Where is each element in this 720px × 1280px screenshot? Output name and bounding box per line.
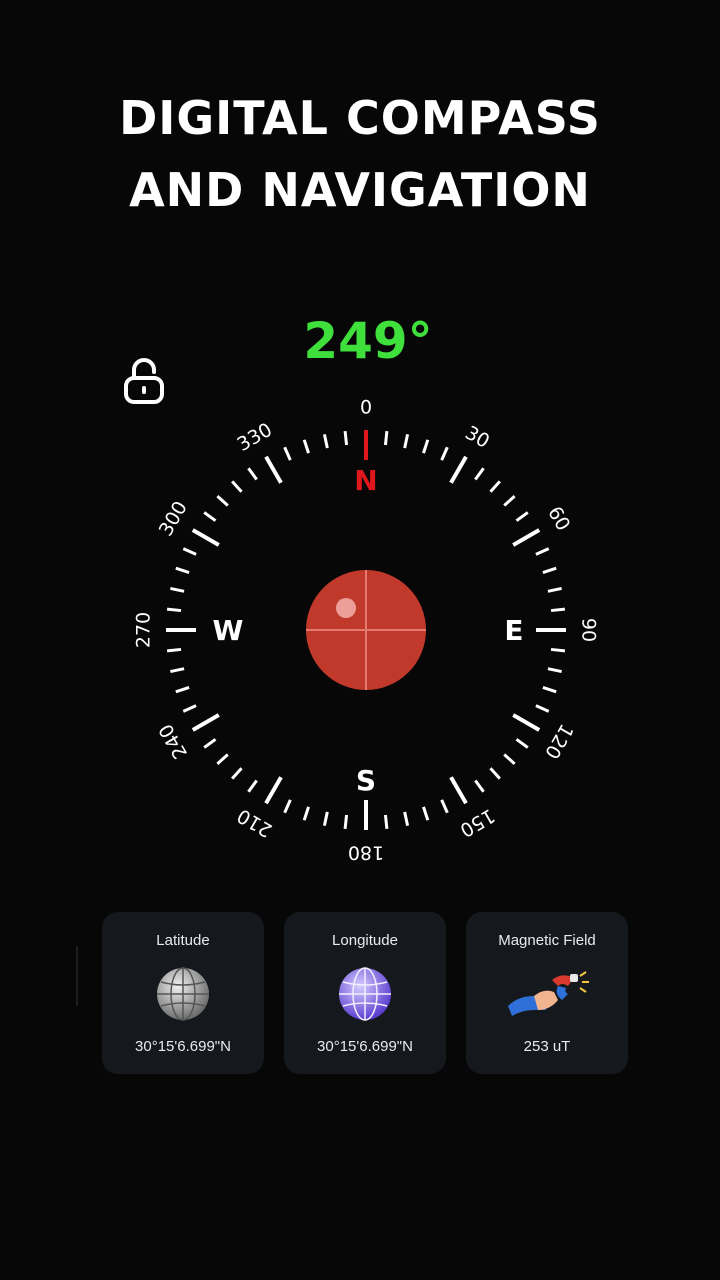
cardinal-north: N (354, 464, 377, 497)
cardinal-east: E (504, 614, 523, 647)
minor-tick (440, 799, 449, 814)
major-tick (191, 713, 220, 732)
degree-label: 90 (578, 618, 600, 642)
minor-tick (542, 686, 557, 694)
minor-tick (166, 607, 182, 613)
minor-tick (170, 586, 185, 593)
level-bubble (306, 570, 426, 690)
latitude-value: 30°15'6.699"N (135, 1038, 231, 1055)
major-tick (449, 455, 468, 484)
minor-tick (474, 779, 485, 793)
minor-tick (231, 480, 243, 493)
minor-tick (247, 467, 258, 481)
magnetic-field-title: Magnetic Field (498, 932, 596, 949)
longitude-value: 30°15'6.699"N (317, 1038, 413, 1055)
minor-tick (216, 753, 229, 765)
magnetic-field-value: 253 uT (523, 1038, 571, 1055)
minor-tick (216, 495, 229, 507)
minor-tick (283, 446, 292, 461)
minor-tick (503, 753, 516, 765)
minor-tick (322, 434, 329, 449)
minor-tick (170, 667, 185, 674)
headline-line-1: DIGITAL COMPASS (119, 91, 601, 145)
minor-tick (383, 814, 389, 830)
minor-tick (515, 738, 529, 749)
minor-tick (322, 811, 329, 826)
longitude-title: Longitude (332, 932, 398, 949)
minor-tick (166, 647, 182, 653)
minor-tick (383, 430, 389, 446)
minor-tick (547, 586, 562, 593)
minor-tick (343, 430, 349, 446)
minor-tick (535, 547, 550, 556)
minor-tick (343, 814, 349, 830)
minor-tick (535, 704, 550, 713)
minor-tick (422, 439, 430, 454)
magnet-hand-icon (504, 966, 594, 1022)
degree-label: 330 (234, 419, 276, 456)
headline-line-2: AND NAVIGATION (129, 163, 591, 217)
minor-tick (422, 806, 430, 821)
degree-label: 120 (540, 720, 577, 762)
latitude-title: Latitude (156, 932, 210, 949)
minor-tick (403, 434, 410, 449)
minor-tick (474, 467, 485, 481)
degree-label: 180 (348, 842, 384, 864)
minor-tick (515, 511, 529, 522)
minor-tick (489, 767, 501, 780)
degree-label: 270 (133, 612, 155, 648)
minor-tick (489, 480, 501, 493)
minor-tick (547, 667, 562, 674)
minor-tick (175, 686, 190, 694)
minor-tick (503, 495, 516, 507)
major-tick (512, 713, 541, 732)
info-cards: Latitude 30°15'6.699"N Longitude 30°15'6… (102, 912, 628, 1074)
major-tick (264, 455, 283, 484)
minor-tick (403, 811, 410, 826)
minor-tick (175, 566, 190, 574)
magnetic-field-card[interactable]: Magnetic Field 253 uT (466, 912, 628, 1074)
major-tick (512, 528, 541, 547)
degree-label: 150 (456, 804, 498, 841)
globe-gray-icon (155, 966, 211, 1022)
minor-tick (550, 607, 566, 613)
minor-tick (203, 738, 217, 749)
major-tick (449, 776, 468, 805)
minor-tick (440, 446, 449, 461)
major-tick (191, 528, 220, 547)
minor-tick (550, 647, 566, 653)
minor-tick (203, 511, 217, 522)
minor-tick (231, 767, 243, 780)
minor-tick (302, 439, 310, 454)
minor-tick (542, 566, 557, 574)
degree-label: 30 (461, 422, 493, 453)
cardinal-west: W (213, 614, 244, 647)
degree-label: 0 (360, 397, 372, 419)
minor-tick (302, 806, 310, 821)
divider (76, 946, 78, 1006)
heading-degrees: 249° (303, 312, 433, 370)
degree-label: 300 (155, 498, 192, 540)
minor-tick (283, 799, 292, 814)
compass-dial: 0 30 60 90 120 150 180 210 240 270 300 330 N E S W (133, 397, 600, 864)
major-tick (264, 776, 283, 805)
latitude-card[interactable]: Latitude 30°15'6.699"N (102, 912, 264, 1074)
globe-purple-icon (337, 966, 393, 1022)
cardinal-south: S (356, 764, 376, 797)
degree-label: 60 (543, 503, 574, 535)
longitude-card[interactable]: Longitude 30°15'6.699"N (284, 912, 446, 1074)
headline: DIGITAL COMPASS AND NAVIGATION (0, 82, 720, 226)
minor-tick (247, 779, 258, 793)
degree-label: 240 (155, 720, 192, 762)
degree-label: 210 (234, 804, 276, 841)
minor-tick (182, 704, 197, 713)
minor-tick (182, 547, 197, 556)
